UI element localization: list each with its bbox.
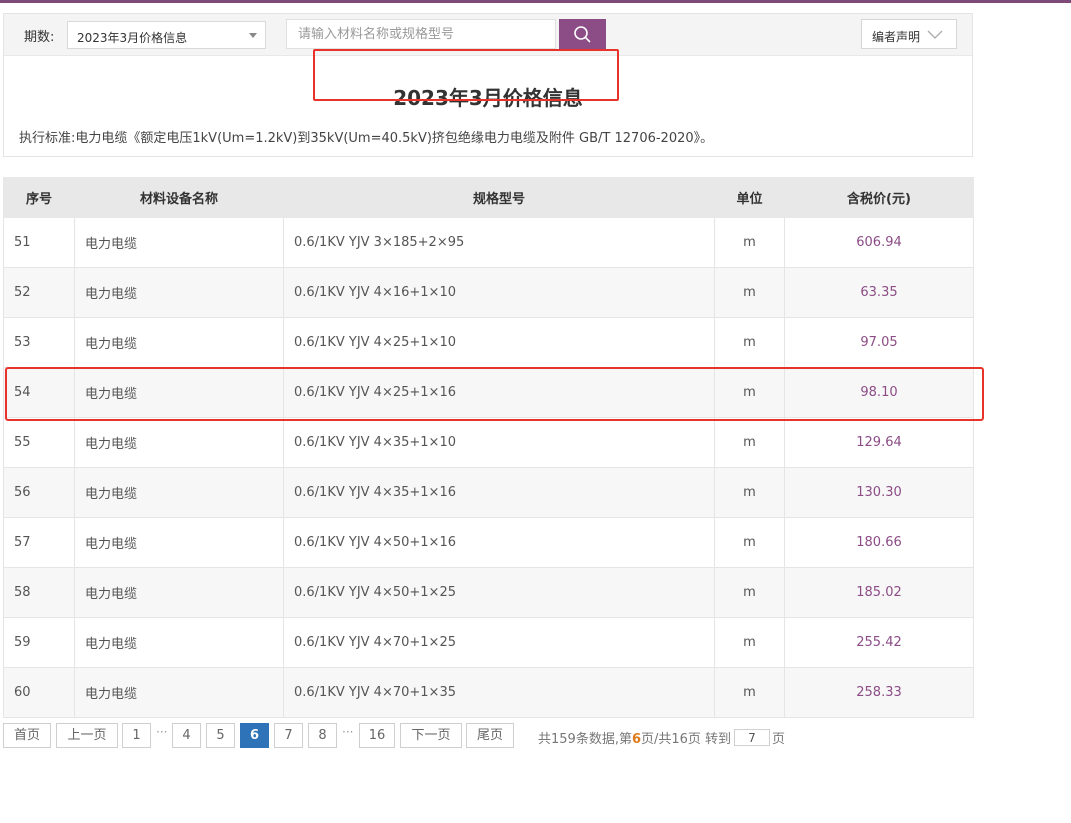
price-table: 序号 材料设备名称 规格型号 单位 含税价(元) 51 电力电缆 0.6/1KV Y… — [3, 177, 974, 718]
cell-name: 电力电缆 — [74, 217, 284, 268]
pager-info-suffix: 页/共16页 转到 — [641, 732, 732, 747]
cell-unit: m — [714, 567, 785, 618]
page-button[interactable]: 4 — [172, 723, 201, 748]
cell-no: 51 — [3, 217, 75, 268]
table-row: 52 电力电缆 0.6/1KV YJV 4×16+1×10 m 63.35 — [3, 267, 974, 318]
cell-unit: m — [714, 467, 785, 518]
cell-no: 56 — [3, 467, 75, 518]
page-ellipsis: ··· — [342, 725, 354, 739]
cell-unit: m — [714, 517, 785, 568]
cell-name: 电力电缆 — [74, 617, 284, 668]
cell-unit: m — [714, 417, 785, 468]
table-row: 53 电力电缆 0.6/1KV YJV 4×25+1×10 m 97.05 — [3, 317, 974, 368]
cell-unit: m — [714, 367, 785, 418]
page-button[interactable]: 7 — [274, 723, 303, 748]
cell-unit: m — [714, 217, 785, 268]
table-row: 55 电力电缆 0.6/1KV YJV 4×35+1×10 m 129.64 — [3, 417, 974, 468]
page-button[interactable]: 1 — [122, 723, 151, 748]
table-header-row: 序号 材料设备名称 规格型号 单位 含税价(元) — [3, 177, 974, 218]
header-name: 材料设备名称 — [74, 177, 284, 218]
cell-name: 电力电缆 — [74, 267, 284, 318]
editor-note-label: 编者声明 — [872, 30, 921, 44]
period-label: 期数: — [24, 30, 55, 45]
cell-no: 59 — [3, 617, 75, 668]
cell-no: 58 — [3, 567, 75, 618]
chevron-down-icon — [927, 30, 943, 39]
cell-price: 97.05 — [784, 317, 974, 368]
page-ellipsis: ··· — [156, 725, 168, 739]
jump-page-input[interactable] — [734, 729, 770, 746]
first-page-button[interactable]: 首页 — [3, 723, 51, 748]
header-spec: 规格型号 — [283, 177, 715, 218]
caret-down-icon — [249, 33, 257, 38]
cell-price: 130.30 — [784, 467, 974, 518]
cell-spec: 0.6/1KV YJV 4×50+1×16 — [283, 517, 715, 568]
standard-text: 执行标准:电力电缆《额定电压1kV(Um=1.2kV)到35kV(Um=40.5… — [19, 131, 714, 146]
cell-spec: 0.6/1KV YJV 4×25+1×16 — [283, 367, 715, 418]
cell-spec: 0.6/1KV YJV 4×35+1×16 — [283, 467, 715, 518]
top-accent-line — [0, 0, 1071, 3]
search-input[interactable] — [286, 19, 556, 49]
cell-no: 53 — [3, 317, 75, 368]
cell-no: 52 — [3, 267, 75, 318]
cell-unit: m — [714, 317, 785, 368]
cell-spec: 0.6/1KV YJV 4×70+1×35 — [283, 667, 715, 718]
editor-note-button[interactable]: 编者声明 — [861, 19, 957, 49]
title-highlight-box — [313, 49, 619, 101]
cell-price: 63.35 — [784, 267, 974, 318]
pager-info-current: 6 — [631, 732, 641, 747]
page-button[interactable]: 5 — [206, 723, 235, 748]
cell-price: 98.10 — [784, 367, 974, 418]
cell-spec: 0.6/1KV YJV 4×70+1×25 — [283, 617, 715, 668]
pager-info: 共159条数据,第6页/共16页 转到 — [538, 728, 731, 747]
cell-price: 258.33 — [784, 667, 974, 718]
search-icon — [574, 26, 591, 43]
next-page-button[interactable]: 下一页 — [400, 723, 462, 748]
period-select[interactable]: 2023年3月价格信息 — [67, 21, 266, 49]
search-button[interactable] — [559, 19, 606, 49]
table-row: 60 电力电缆 0.6/1KV YJV 4×70+1×35 m 258.33 — [3, 667, 974, 718]
header-no: 序号 — [3, 177, 75, 218]
table-row: 58 电力电缆 0.6/1KV YJV 4×50+1×25 m 185.02 — [3, 567, 974, 618]
cell-no: 54 — [3, 367, 75, 418]
cell-no: 55 — [3, 417, 75, 468]
cell-name: 电力电缆 — [74, 517, 284, 568]
table-row: 57 电力电缆 0.6/1KV YJV 4×50+1×16 m 180.66 — [3, 517, 974, 568]
jump-suffix: 页 — [772, 732, 786, 747]
prev-page-button[interactable]: 上一页 — [56, 723, 118, 748]
cell-spec: 0.6/1KV YJV 4×16+1×10 — [283, 267, 715, 318]
table-row: 59 电力电缆 0.6/1KV YJV 4×70+1×25 m 255.42 — [3, 617, 974, 668]
cell-name: 电力电缆 — [74, 567, 284, 618]
last-page-button[interactable]: 尾页 — [466, 723, 514, 748]
cell-price: 255.42 — [784, 617, 974, 668]
cell-price: 606.94 — [784, 217, 974, 268]
cell-name: 电力电缆 — [74, 467, 284, 518]
cell-no: 60 — [3, 667, 75, 718]
cell-spec: 0.6/1KV YJV 4×50+1×25 — [283, 567, 715, 618]
cell-name: 电力电缆 — [74, 317, 284, 368]
cell-unit: m — [714, 617, 785, 668]
cell-price: 129.64 — [784, 417, 974, 468]
cell-name: 电力电缆 — [74, 667, 284, 718]
page-button[interactable]: 8 — [308, 723, 337, 748]
page-button-current[interactable]: 6 — [240, 723, 269, 748]
period-select-value: 2023年3月价格信息 — [77, 31, 188, 45]
cell-spec: 0.6/1KV YJV 4×25+1×10 — [283, 317, 715, 368]
cell-spec: 0.6/1KV YJV 3×185+2×95 — [283, 217, 715, 268]
table-row: 54 电力电缆 0.6/1KV YJV 4×25+1×16 m 98.10 — [3, 367, 974, 418]
header-price: 含税价(元) — [784, 177, 974, 218]
cell-no: 57 — [3, 517, 75, 568]
table-row: 51 电力电缆 0.6/1KV YJV 3×185+2×95 m 606.94 — [3, 217, 974, 268]
cell-price: 180.66 — [784, 517, 974, 568]
cell-unit: m — [714, 267, 785, 318]
header-unit: 单位 — [714, 177, 785, 218]
cell-unit: m — [714, 667, 785, 718]
cell-name: 电力电缆 — [74, 367, 284, 418]
cell-name: 电力电缆 — [74, 417, 284, 468]
cell-spec: 0.6/1KV YJV 4×35+1×10 — [283, 417, 715, 468]
pager-info-prefix: 共159条数据,第 — [538, 732, 632, 747]
table-row: 56 电力电缆 0.6/1KV YJV 4×35+1×16 m 130.30 — [3, 467, 974, 518]
page-button[interactable]: 16 — [359, 723, 395, 748]
cell-price: 185.02 — [784, 567, 974, 618]
